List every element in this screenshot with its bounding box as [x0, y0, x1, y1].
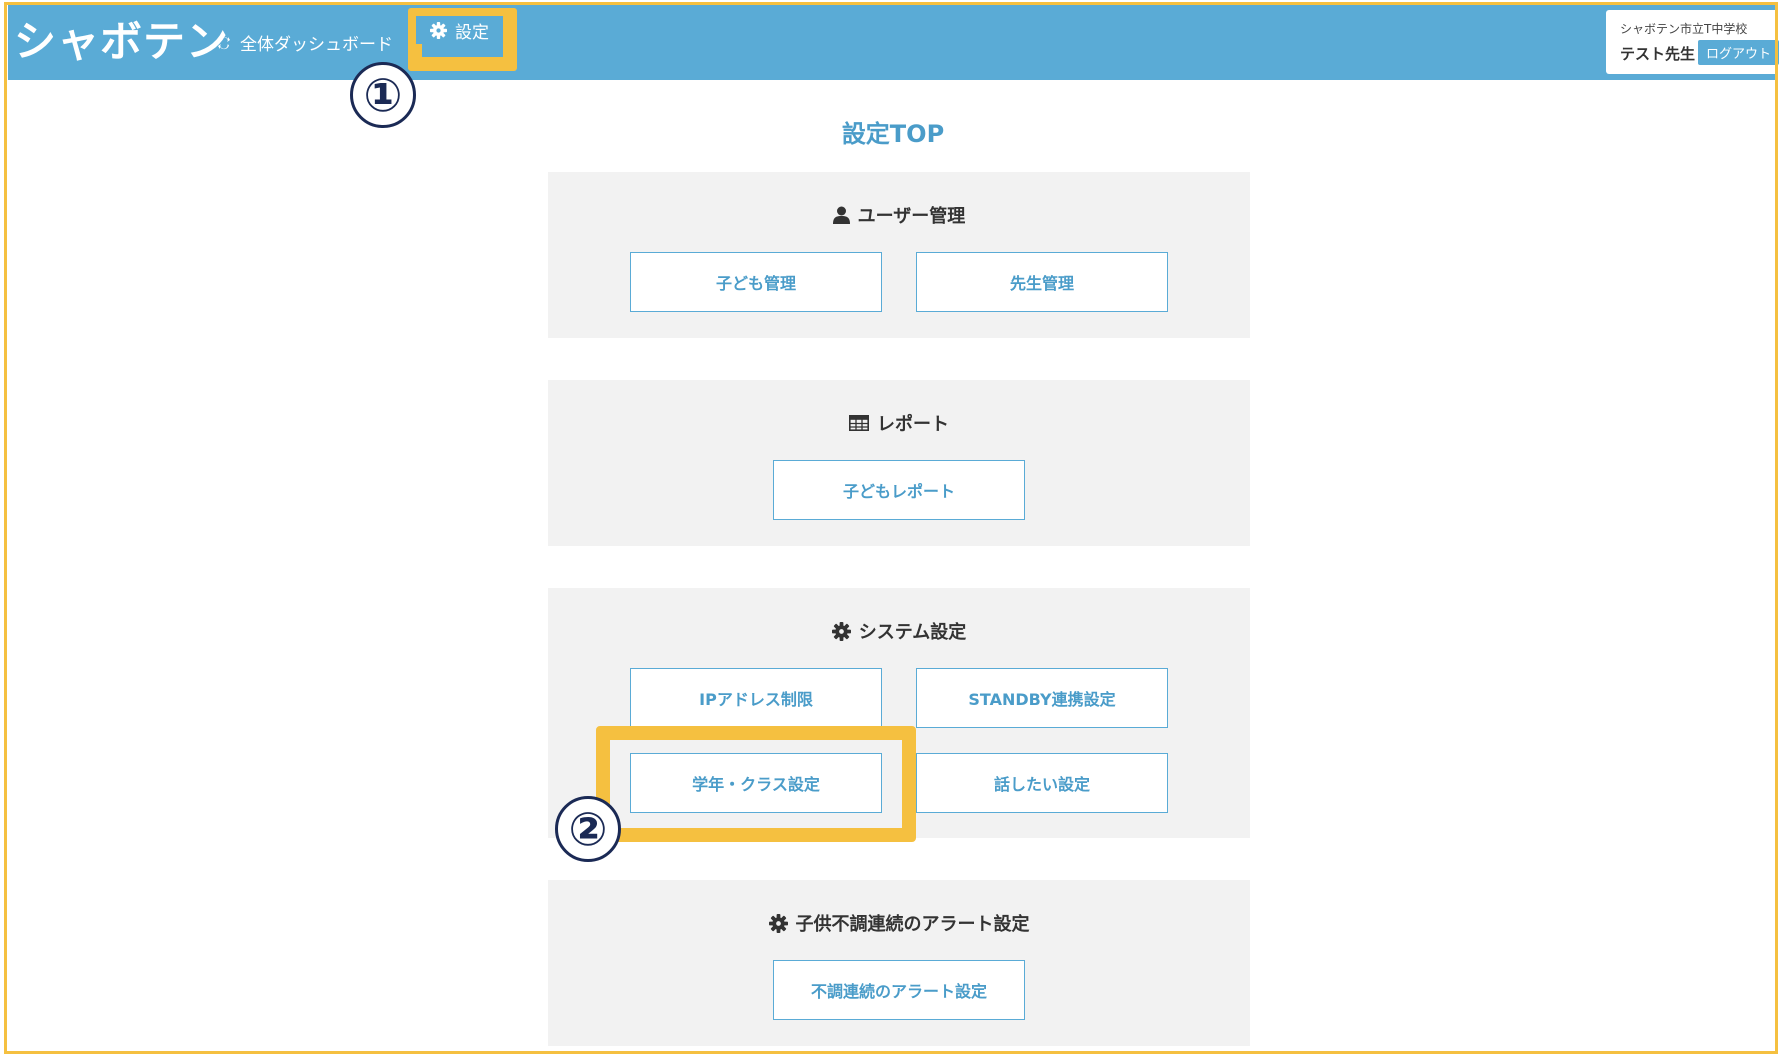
card-report: レポート 子どもレポート — [548, 380, 1250, 546]
gear-icon — [768, 913, 788, 933]
gear-icon — [430, 21, 447, 39]
nav-settings-label: 設定 — [455, 22, 489, 43]
top-header: シャボテン 全体ダッシュボード シャボテン市立T中学校 テスト先生 ログアウト — [8, 4, 1782, 80]
gear-icon — [831, 621, 851, 641]
card-title-label: レポート — [877, 414, 949, 435]
card-title: システム設定 — [548, 618, 1250, 644]
card-title: 子供不調連続のアラート設定 — [548, 910, 1250, 936]
page-title: 設定TOP — [841, 120, 945, 148]
refresh-icon — [216, 35, 232, 51]
step-marker-1: ① — [350, 62, 416, 128]
card-alert-settings: 子供不調連続のアラート設定 不調連続のアラート設定 — [548, 880, 1250, 1046]
card-title-label: ユーザー管理 — [857, 206, 966, 227]
card-title-label: 子供不調連続のアラート設定 — [795, 914, 1030, 935]
grade-class-highlight — [596, 726, 916, 842]
teacher-management-button[interactable]: 先生管理 — [916, 252, 1168, 312]
table-icon — [849, 415, 869, 431]
nav-dashboard[interactable]: 全体ダッシュボード — [216, 30, 393, 55]
app-logo[interactable]: シャボテン — [14, 8, 229, 69]
consecutive-alert-settings-button[interactable]: 不調連続のアラート設定 — [773, 960, 1025, 1020]
teacher-name: テスト先生 — [1620, 45, 1696, 63]
card-user-management: ユーザー管理 子ども管理 先生管理 — [548, 172, 1250, 338]
step-marker-2: ② — [555, 796, 621, 862]
card-title: ユーザー管理 — [548, 202, 1250, 228]
ip-restriction-button[interactable]: IPアドレス制限 — [630, 668, 882, 728]
logout-button[interactable]: ログアウト — [1698, 40, 1780, 65]
card-title: レポート — [548, 410, 1250, 436]
child-management-button[interactable]: 子ども管理 — [630, 252, 882, 312]
card-title-label: システム設定 — [858, 622, 967, 643]
school-name: シャボテン市立T中学校 — [1620, 22, 1748, 36]
child-report-button[interactable]: 子どもレポート — [773, 460, 1025, 520]
user-icon — [832, 206, 850, 224]
standby-integration-button[interactable]: STANDBY連携設定 — [916, 668, 1168, 728]
user-info: シャボテン市立T中学校 テスト先生 ログアウト — [1606, 10, 1782, 74]
nav-settings[interactable]: 設定 — [416, 16, 503, 44]
nav-dashboard-label: 全体ダッシュボード — [240, 35, 393, 55]
want-to-talk-settings-button[interactable]: 話したい設定 — [916, 753, 1168, 813]
